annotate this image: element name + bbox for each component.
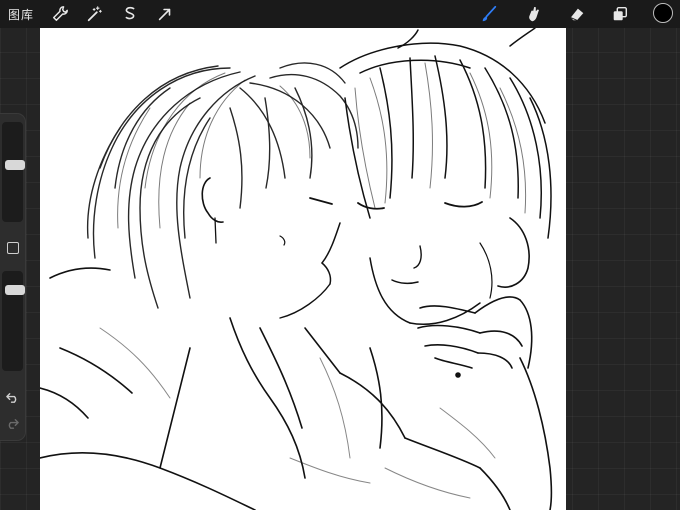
smudge-button[interactable] (523, 3, 545, 25)
opacity-slider[interactable] (2, 271, 25, 371)
selection-button[interactable] (119, 3, 141, 25)
transform-arrow-icon (158, 8, 171, 21)
left-sidebar (0, 114, 25, 440)
gallery-button[interactable]: 图库 (8, 6, 34, 23)
color-picker-button[interactable] (653, 3, 673, 23)
magic-wand-icon (87, 6, 102, 22)
drawing-canvas[interactable] (40, 28, 566, 510)
paint-button[interactable] (478, 3, 500, 25)
brush-size-slider[interactable] (2, 122, 25, 222)
eraser-button[interactable] (566, 3, 588, 25)
layers-button[interactable] (609, 3, 631, 25)
redo-icon[interactable] (5, 416, 20, 431)
brush-icon (482, 5, 497, 22)
selection-icon (125, 6, 135, 20)
eraser-icon (570, 8, 584, 21)
brush-size-handle[interactable] (5, 160, 25, 170)
modify-button[interactable] (7, 242, 19, 254)
wrench-icon (52, 6, 68, 22)
opacity-handle[interactable] (5, 285, 25, 295)
actions-button[interactable] (49, 3, 71, 25)
adjustments-button[interactable] (84, 3, 106, 25)
top-toolbar: 图库 (0, 0, 680, 28)
transform-button[interactable] (154, 3, 176, 25)
layers-icon (613, 6, 628, 21)
smudge-icon (529, 7, 539, 22)
undo-icon[interactable] (5, 390, 20, 405)
sketch-artwork (40, 28, 553, 510)
